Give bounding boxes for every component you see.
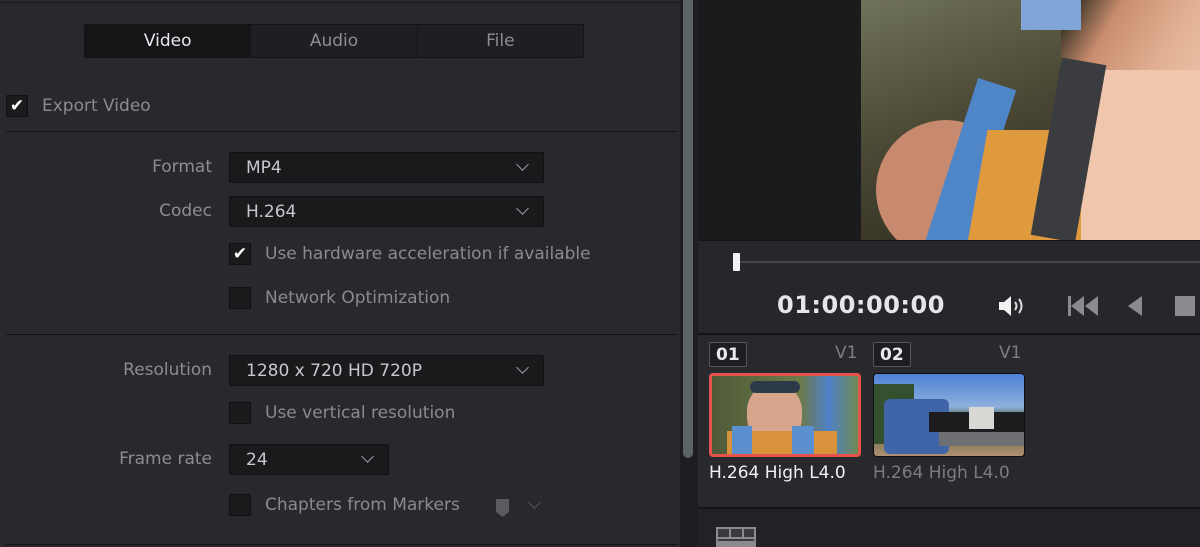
clip-caption: H.264 High L4.0 xyxy=(873,463,1010,483)
network-opt-checkbox[interactable] xyxy=(229,287,251,309)
frame-rate-label: Frame rate xyxy=(119,449,212,469)
marker-flag-icon[interactable] xyxy=(494,498,512,518)
export-video-checkbox-row[interactable]: ✔ Export Video xyxy=(6,95,151,117)
network-opt-checkbox-row[interactable]: Network Optimization xyxy=(229,287,450,309)
timecode-display: 01:00:00:00 xyxy=(777,291,945,319)
clip-number-badge: 02 xyxy=(873,342,911,367)
hw-accel-label: Use hardware acceleration if available xyxy=(265,244,591,264)
scrubber-track[interactable] xyxy=(738,261,1200,263)
clip-number-badge: 01 xyxy=(709,342,747,367)
codec-dropdown[interactable]: H.264 xyxy=(229,196,544,227)
skip-to-start-icon[interactable] xyxy=(1067,295,1101,317)
stop-icon[interactable] xyxy=(1174,296,1198,316)
play-reverse-icon[interactable] xyxy=(1126,295,1144,317)
divider xyxy=(6,131,678,132)
chapters-checkbox[interactable] xyxy=(229,494,251,516)
clip-track-label: V1 xyxy=(999,343,1022,363)
frame-rate-value: 24 xyxy=(246,449,268,470)
playhead-handle[interactable] xyxy=(733,253,740,271)
clip-caption: H.264 High L4.0 xyxy=(709,463,846,483)
divider xyxy=(6,544,678,545)
format-value: MP4 xyxy=(246,157,282,178)
export-video-checkbox[interactable]: ✔ xyxy=(6,95,28,117)
clip-view-icon[interactable] xyxy=(716,527,756,547)
chevron-down-icon xyxy=(516,361,529,374)
volume-icon[interactable] xyxy=(997,294,1027,318)
transport-controls xyxy=(698,240,1200,332)
scrollbar-thumb[interactable] xyxy=(683,0,693,458)
network-opt-label: Network Optimization xyxy=(265,288,451,308)
bottom-toolbar xyxy=(698,507,1200,547)
divider xyxy=(0,2,680,3)
tab-video[interactable]: Video xyxy=(85,25,252,57)
frame-rate-dropdown[interactable]: 24 xyxy=(229,444,389,475)
chevron-down-icon xyxy=(516,202,529,215)
format-dropdown[interactable]: MP4 xyxy=(229,152,544,183)
tab-audio[interactable]: Audio xyxy=(251,25,418,57)
clip-thumbnail-02[interactable] xyxy=(873,373,1025,457)
resolution-value: 1280 x 720 HD 720P xyxy=(246,360,422,381)
chapters-checkbox-row[interactable]: Chapters from Markers xyxy=(229,494,460,516)
chapters-label: Chapters from Markers xyxy=(265,495,460,515)
vertical-res-checkbox[interactable] xyxy=(229,402,251,424)
hw-accel-checkbox-row[interactable]: ✔ Use hardware acceleration if available xyxy=(229,243,591,265)
resolution-dropdown[interactable]: 1280 x 720 HD 720P xyxy=(229,355,544,386)
vertical-res-label: Use vertical resolution xyxy=(265,403,456,423)
codec-value: H.264 xyxy=(246,201,297,222)
hw-accel-checkbox[interactable]: ✔ xyxy=(229,243,251,265)
tab-file[interactable]: File xyxy=(418,25,583,57)
vertical-res-checkbox-row[interactable]: Use vertical resolution xyxy=(229,402,455,424)
settings-tabs: Video Audio File xyxy=(84,24,584,58)
export-video-label: Export Video xyxy=(42,96,151,116)
clip-track-label: V1 xyxy=(835,343,858,363)
video-frame xyxy=(861,0,1200,240)
chevron-down-icon xyxy=(361,450,374,463)
format-label: Format xyxy=(152,157,212,177)
codec-label: Codec xyxy=(159,201,212,221)
resolution-label: Resolution xyxy=(123,360,212,380)
chevron-down-icon xyxy=(516,158,529,171)
divider xyxy=(6,334,678,335)
clip-thumbnail-01[interactable] xyxy=(709,373,861,457)
